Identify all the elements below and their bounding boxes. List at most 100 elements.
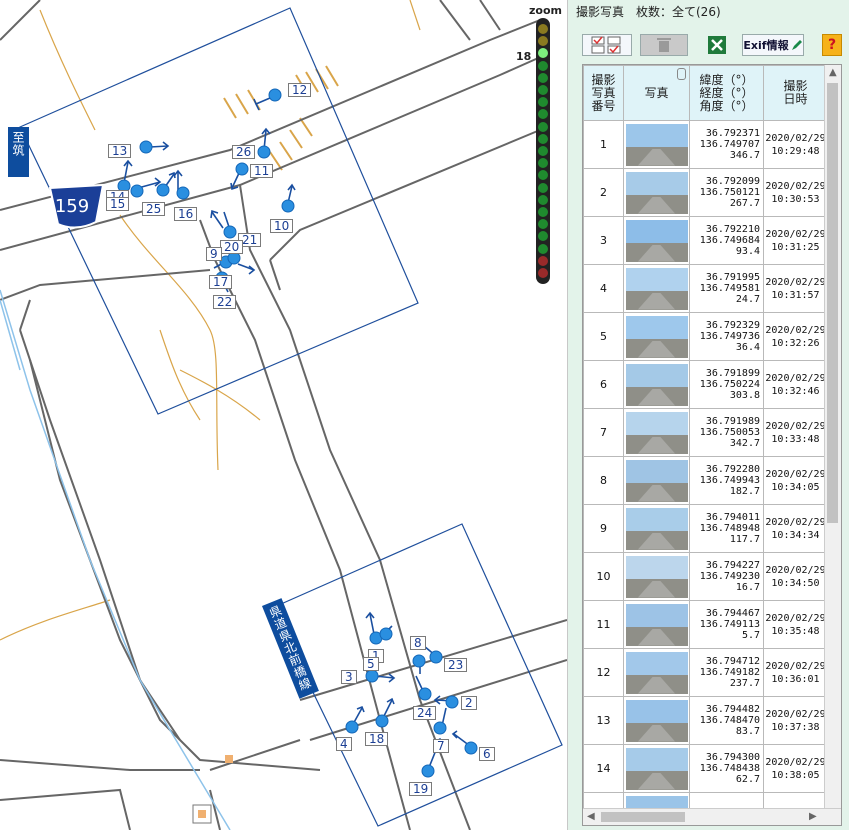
zoom-step-dot[interactable] xyxy=(538,133,548,144)
zoom-slider[interactable] xyxy=(536,18,550,284)
marker-label-3[interactable]: 3 xyxy=(341,670,357,684)
photo-thumbnail-cell[interactable] xyxy=(623,648,690,697)
photo-thumbnail[interactable] xyxy=(625,363,688,406)
marker-label-22[interactable]: 22 xyxy=(213,295,237,309)
photo-thumbnail[interactable] xyxy=(625,219,688,262)
table-row[interactable]: 2 36.792099 136.750121 267.7 2020/02/29 10:30… xyxy=(583,168,828,217)
header-photo-number[interactable]: 撮影 写真 番号 xyxy=(583,65,624,121)
table-row[interactable]: 6 36.791899 136.750224 303.8 2020/02/29 10:32… xyxy=(583,360,828,409)
table-row[interactable]: 1 36.792371 136.749707 346.7 2020/02/29 10:29… xyxy=(583,120,828,169)
zoom-step-dot[interactable] xyxy=(538,97,548,108)
photo-thumbnail-cell[interactable] xyxy=(623,264,690,313)
marker-label-23[interactable]: 23 xyxy=(444,658,468,672)
marker-label-24[interactable]: 24 xyxy=(413,706,437,720)
header-photo[interactable]: 写真 xyxy=(623,65,690,121)
photo-thumbnail[interactable] xyxy=(625,651,688,694)
marker-label-9[interactable]: 9 xyxy=(206,247,222,261)
marker-label-17[interactable]: 17 xyxy=(209,275,233,289)
horizontal-scrollbar[interactable]: ◀ ▶ xyxy=(583,808,841,825)
zoom-step-dot[interactable] xyxy=(538,255,548,266)
table-row[interactable]: 3 36.792210 136.749684 93.4 2020/02/29 10:31:… xyxy=(583,216,828,265)
zoom-step-dot[interactable] xyxy=(538,146,548,156)
zoom-step-dot[interactable] xyxy=(538,231,548,242)
zoom-step-dot[interactable] xyxy=(538,48,548,59)
photo-thumbnail[interactable] xyxy=(625,747,688,790)
photo-thumbnail-cell[interactable] xyxy=(623,312,690,361)
select-all-button[interactable] xyxy=(582,34,632,56)
marker-label-26[interactable]: 26 xyxy=(232,145,256,159)
photo-thumbnail[interactable] xyxy=(625,411,688,454)
scroll-right-icon[interactable]: ▶ xyxy=(809,811,817,822)
marker-label-13[interactable]: 13 xyxy=(108,144,132,158)
photo-thumbnail[interactable] xyxy=(625,699,688,742)
table-row[interactable]: 8 36.792280 136.749943 182.7 2020/02/29 10:34… xyxy=(583,456,828,505)
delete-button[interactable] xyxy=(640,34,688,56)
vertical-scrollbar[interactable]: ▲ xyxy=(824,65,841,809)
photo-thumbnail[interactable] xyxy=(625,171,688,214)
map-view[interactable]: 15 9 至筑 県道県北前橋線 12 13 26 11 10 15 25 16 2… xyxy=(0,0,567,830)
table-row[interactable]: 5 36.792329 136.749736 36.4 2020/02/29 10:32:… xyxy=(583,312,828,361)
marker-label-19[interactable]: 19 xyxy=(409,782,433,796)
marker-label-12[interactable]: 12 xyxy=(288,83,312,97)
photo-thumbnail-cell[interactable] xyxy=(623,408,690,457)
table-row[interactable]: 14 36.794300 136.748438 62.7 2020/02/29 10:38… xyxy=(583,744,828,793)
photo-thumbnail[interactable] xyxy=(625,459,688,502)
marker-label-4[interactable]: 4 xyxy=(336,737,352,751)
marker-label-18[interactable]: 18 xyxy=(365,732,389,746)
zoom-step-dot[interactable] xyxy=(538,182,548,193)
zoom-step-dot[interactable] xyxy=(538,219,548,230)
header-coordinates[interactable]: 緯度（°） 経度（°） 角度（°） xyxy=(689,65,764,121)
vertical-scroll-thumb[interactable] xyxy=(827,83,838,523)
zoom-step-dot[interactable] xyxy=(538,268,548,278)
marker-label-20[interactable]: 20 xyxy=(220,240,244,254)
photo-thumbnail[interactable] xyxy=(625,315,688,358)
zoom-step-dot[interactable] xyxy=(538,194,548,205)
zoom-step-dot[interactable] xyxy=(538,24,548,34)
marker-label-7[interactable]: 7 xyxy=(433,739,449,753)
help-button[interactable]: ? xyxy=(822,34,842,56)
zoom-step-dot[interactable] xyxy=(538,36,548,47)
zoom-step-dot[interactable] xyxy=(538,158,548,169)
photo-thumbnail[interactable] xyxy=(625,555,688,598)
zoom-step-dot[interactable] xyxy=(538,72,548,83)
photo-thumbnail-cell[interactable] xyxy=(623,456,690,505)
marker-label-25[interactable]: 25 xyxy=(142,202,166,216)
marker-label-15[interactable]: 15 xyxy=(106,197,130,211)
photo-thumbnail-cell[interactable] xyxy=(623,552,690,601)
photo-thumbnail[interactable] xyxy=(625,267,688,310)
marker-label-8[interactable]: 8 xyxy=(410,636,426,650)
photo-thumbnail-cell[interactable] xyxy=(623,360,690,409)
zoom-step-dot[interactable] xyxy=(538,60,548,71)
table-row[interactable]: 7 36.791989 136.750053 342.7 2020/02/29 10:33… xyxy=(583,408,828,457)
photo-table[interactable]: 撮影 写真 番号 写真 緯度（°） 経度（°） 角度（°） 撮影 日時 1 36.… xyxy=(582,64,842,826)
photo-thumbnail-cell[interactable] xyxy=(623,168,690,217)
photo-thumbnail[interactable] xyxy=(625,507,688,550)
zoom-step-dot[interactable] xyxy=(538,109,548,120)
photo-thumbnail-cell[interactable] xyxy=(623,600,690,649)
marker-label-11[interactable]: 11 xyxy=(250,164,274,178)
marker-label-6[interactable]: 6 xyxy=(479,747,495,761)
zoom-step-dot[interactable] xyxy=(538,85,548,95)
scroll-left-icon[interactable]: ◀ xyxy=(587,811,595,822)
table-row[interactable]: 13 36.794482 136.748470 83.7 2020/02/29 10:37… xyxy=(583,696,828,745)
zoom-step-dot[interactable] xyxy=(538,170,548,181)
photo-thumbnail[interactable] xyxy=(625,603,688,646)
table-row[interactable]: 12 36.794712 136.749182 237.7 2020/02/29 10:3… xyxy=(583,648,828,697)
horizontal-scroll-thumb[interactable] xyxy=(601,812,685,822)
photo-thumbnail-cell[interactable] xyxy=(623,744,690,793)
exif-info-button[interactable]: Exif情報 xyxy=(742,34,804,56)
zoom-step-dot[interactable] xyxy=(538,243,548,254)
table-row[interactable]: 11 36.794467 136.749113 5.7 2020/02/29 10:35:… xyxy=(583,600,828,649)
excel-export-button[interactable] xyxy=(706,34,728,56)
photo-thumbnail[interactable] xyxy=(625,123,688,166)
header-datetime[interactable]: 撮影 日時 xyxy=(763,65,828,121)
photo-thumbnail-cell[interactable] xyxy=(623,120,690,169)
table-row[interactable]: 10 36.794227 136.749230 16.7 2020/02/29 10:34… xyxy=(583,552,828,601)
photo-thumbnail-cell[interactable] xyxy=(623,696,690,745)
zoom-step-dot[interactable] xyxy=(538,121,548,132)
zoom-step-dot[interactable] xyxy=(538,207,548,217)
marker-label-16[interactable]: 16 xyxy=(174,207,198,221)
table-row[interactable]: 4 36.791995 136.749581 24.7 2020/02/29 10:31:… xyxy=(583,264,828,313)
table-row[interactable]: 9 36.794011 136.748948 117.7 2020/02/29 10:34… xyxy=(583,504,828,553)
marker-label-5[interactable]: 5 xyxy=(363,657,379,671)
